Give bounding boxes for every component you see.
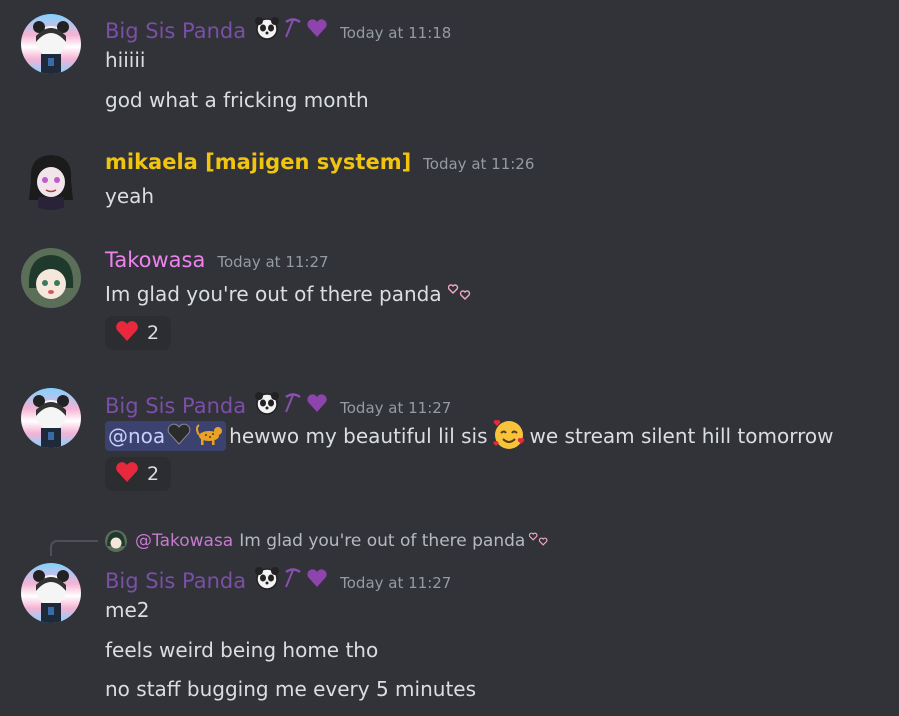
timestamp: Today at 11:27 <box>340 399 452 417</box>
message-text: Im glad you're out of there panda <box>105 282 442 306</box>
username[interactable]: Big Sis Panda <box>105 569 246 593</box>
reply-preview[interactable]: @Takowasa Im glad you're out of there pa… <box>105 530 549 552</box>
avatar-mikaela[interactable] <box>21 150 81 210</box>
message-line: no staff bugging me every 5 minutes <box>105 677 477 701</box>
panda-face-icon <box>254 566 280 594</box>
smiling-hearts-face-icon <box>492 417 526 456</box>
message-line: feels weird being home tho <box>105 638 379 662</box>
message-header: Big Sis Panda Today at 11:18 <box>105 14 451 43</box>
sparkle-hearts-icon <box>447 282 472 306</box>
message-text: we stream silent hill tomorrow <box>529 424 834 448</box>
purple-heart-icon <box>306 568 328 592</box>
red-heart-icon <box>115 461 139 487</box>
sparkle-hearts-icon <box>529 531 549 552</box>
mention-text: @noa <box>108 424 166 448</box>
username[interactable]: Big Sis Panda <box>105 394 246 418</box>
message-line: yeah <box>105 184 155 208</box>
user-tags <box>254 391 328 419</box>
red-heart-icon <box>115 320 139 346</box>
reply-spine <box>50 540 98 556</box>
purple-heart-icon <box>306 18 328 42</box>
reaction-count: 2 <box>147 463 160 485</box>
message-text: hewwo my beautiful lil sis <box>229 424 488 448</box>
reaction-heart[interactable]: 2 <box>105 316 171 350</box>
message-header: mikaela [majigen system] Today at 11:26 <box>105 150 534 174</box>
timestamp: Today at 11:18 <box>340 24 452 42</box>
pickaxe-icon <box>282 567 304 593</box>
username[interactable]: mikaela [majigen system] <box>105 150 411 174</box>
message-header: Takowasa Today at 11:27 <box>105 248 329 272</box>
reply-avatar[interactable] <box>105 530 127 552</box>
user-tags <box>254 566 328 594</box>
pickaxe-icon <box>282 392 304 418</box>
user-mention[interactable]: @noa <box>105 421 227 451</box>
chat-log: Big Sis Panda Today at 11:18 hiiiii god … <box>0 0 899 716</box>
message-line: @noa hewwo my beautiful lil sis we strea… <box>105 419 834 452</box>
leopard-icon <box>195 422 223 451</box>
message-line: god what a fricking month <box>105 88 369 112</box>
purple-heart-icon <box>306 393 328 417</box>
message-header: Big Sis Panda Today at 11:27 <box>105 389 451 418</box>
user-tags <box>254 16 328 44</box>
avatar-big-sis-panda[interactable] <box>21 388 81 448</box>
message-line: me2 <box>105 598 150 622</box>
avatar-big-sis-panda[interactable] <box>21 14 81 74</box>
reaction-heart[interactable]: 2 <box>105 457 171 491</box>
message-header: Big Sis Panda Today at 11:27 <box>105 564 451 593</box>
timestamp: Today at 11:27 <box>340 574 452 592</box>
message-line: hiiiii <box>105 48 146 72</box>
pickaxe-icon <box>282 17 304 43</box>
timestamp: Today at 11:26 <box>423 155 535 173</box>
username[interactable]: Takowasa <box>105 248 205 272</box>
avatar-big-sis-panda[interactable] <box>21 563 81 623</box>
panda-face-icon <box>254 391 280 419</box>
panda-face-icon <box>254 16 280 44</box>
username[interactable]: Big Sis Panda <box>105 19 246 43</box>
timestamp: Today at 11:27 <box>217 253 329 271</box>
black-heart-icon <box>167 423 191 450</box>
reply-text[interactable]: Im glad you're out of there panda <box>239 531 525 551</box>
message-line: Im glad you're out of there panda <box>105 280 472 308</box>
reply-mention[interactable]: @Takowasa <box>135 531 233 551</box>
reaction-count: 2 <box>147 322 160 344</box>
avatar-takowasa[interactable] <box>21 248 81 308</box>
